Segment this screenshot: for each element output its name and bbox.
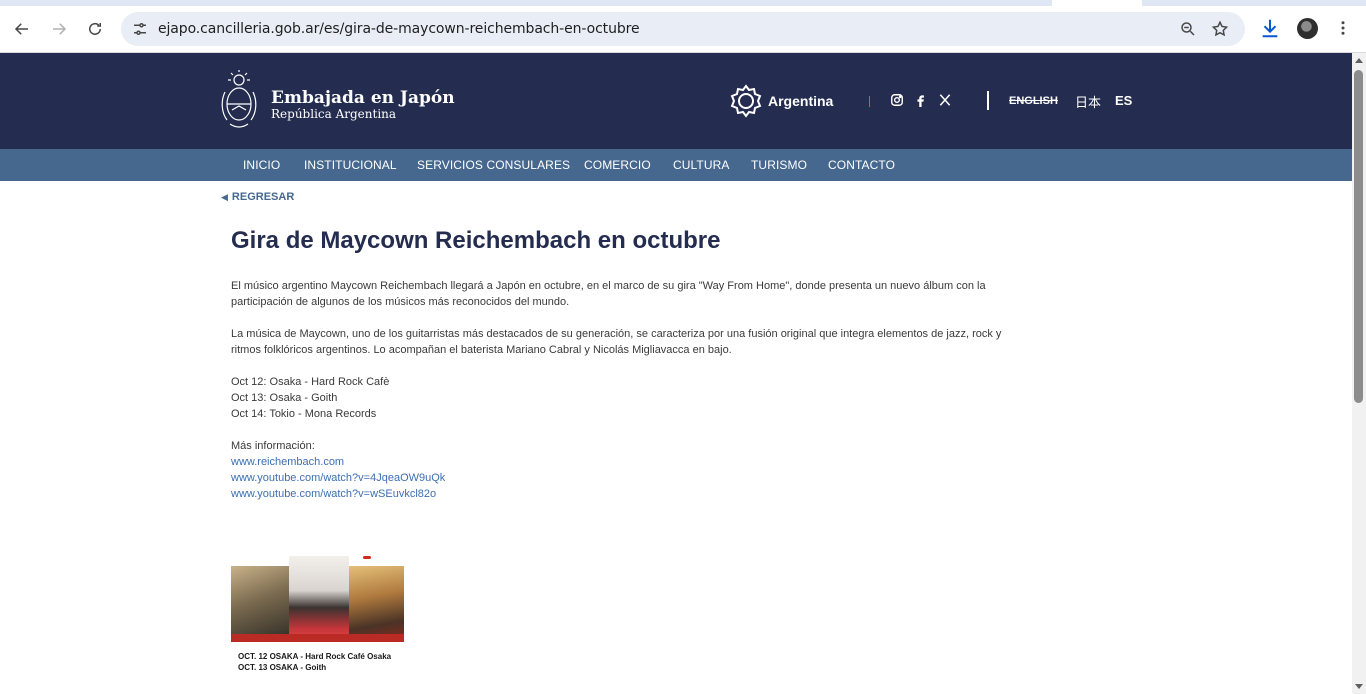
scroll-up-arrow-icon[interactable] [1355, 58, 1363, 63]
tour-poster-image[interactable]: OCT. 12 OSAKA - Hard Rock Café Osaka OCT… [231, 556, 404, 676]
link-reichembach[interactable]: www.reichembach.com [231, 454, 344, 470]
poster-red-band [231, 634, 404, 642]
language-spanish[interactable]: ES [1115, 93, 1132, 108]
coat-of-arms-icon[interactable] [220, 70, 258, 132]
poster-photo-bassist [349, 566, 404, 642]
paragraph-1: El músico argentino Maycown Reichembach … [231, 278, 1121, 310]
poster-caption: OCT. 12 OSAKA - Hard Rock Café Osaka [238, 652, 392, 661]
facebook-icon[interactable] [914, 93, 928, 107]
back-arrow-icon[interactable] [9, 16, 35, 42]
download-icon[interactable] [1259, 17, 1281, 39]
paragraph-line: ritmos folklóricos argentinos. Lo acompa… [231, 344, 732, 356]
more-info-label: Más información: [231, 440, 315, 452]
main-navigation: INICIO INSTITUCIONAL SERVICIOS CONSULARE… [0, 149, 1352, 181]
browser-toolbar: ejapo.cancilleria.gob.ar/es/gira-de-mayc… [0, 0, 1366, 53]
poster-photo-drummer [231, 566, 289, 642]
poster-photo-guitarist [289, 556, 349, 642]
list-item: Oct 13: Osaka - Goith [231, 392, 338, 404]
reload-icon[interactable] [82, 16, 108, 42]
instagram-icon[interactable] [890, 93, 904, 107]
nav-item-comercio[interactable]: COMERCIO [584, 158, 651, 172]
nav-item-turismo[interactable]: TURISMO [751, 158, 807, 172]
more-menu-icon[interactable] [1334, 18, 1352, 38]
x-twitter-icon[interactable] [938, 93, 952, 107]
nav-item-cultura[interactable]: CULTURA [673, 158, 729, 172]
link-youtube-2[interactable]: www.youtube.com/watch?v=wSEuvkcl82o [231, 486, 436, 502]
tab-strip [0, 0, 1366, 6]
divider [869, 96, 870, 107]
zoom-icon[interactable] [1179, 20, 1197, 38]
argentina-sun-logo-icon[interactable] [729, 84, 763, 118]
divider [987, 91, 989, 110]
site-header: Embajada en Japón República Argentina Ar… [0, 53, 1352, 149]
poster-red-mark [363, 556, 371, 559]
embassy-title[interactable]: Embajada en Japón [271, 88, 455, 108]
poster-caption: OCT. 13 OSAKA - Goith [238, 663, 327, 672]
link-youtube-1[interactable]: www.youtube.com/watch?v=4JqeaOW9uQk [231, 470, 445, 486]
list-item: Oct 12: Osaka - Hard Rock Cafè [231, 376, 390, 388]
scrollbar-thumb[interactable] [1354, 70, 1363, 403]
scroll-down-arrow-icon[interactable] [1355, 684, 1363, 689]
nav-item-contacto[interactable]: CONTACTO [828, 158, 895, 172]
page-title: Gira de Maycown Reichembach en octubre [231, 227, 721, 254]
paragraph-line: participación de algunos de los músicos … [231, 296, 570, 308]
paragraph-line: El músico argentino Maycown Reichembach … [231, 280, 986, 292]
language-japanese[interactable]: 日本 [1075, 92, 1101, 111]
back-link-label: REGRESAR [231, 191, 295, 203]
tour-dates-list: Oct 12: Osaka - Hard Rock Cafè Oct 13: O… [231, 374, 389, 422]
active-tab[interactable] [1052, 0, 1142, 6]
language-english[interactable]: ENGLISH [1009, 95, 1058, 107]
paragraph-line: La música de Maycown, uno de los guitarr… [231, 328, 1002, 340]
paragraph-2: La música de Maycown, uno de los guitarr… [231, 326, 1121, 358]
back-triangle-icon: ◀ [221, 192, 228, 202]
address-bar[interactable]: ejapo.cancilleria.gob.ar/es/gira-de-mayc… [121, 12, 1245, 46]
embassy-subtitle: República Argentina [271, 107, 397, 121]
page-scrollbar[interactable] [1352, 53, 1366, 694]
nav-item-servicios-consulares[interactable]: SERVICIOS CONSULARES [417, 158, 570, 172]
bookmark-star-icon[interactable] [1211, 20, 1229, 38]
nav-item-institucional[interactable]: INSTITUCIONAL [304, 158, 397, 172]
list-item: Oct 14: Tokio - Mona Records [231, 408, 377, 420]
site-settings-icon[interactable] [131, 20, 149, 38]
forward-arrow-icon[interactable] [46, 16, 72, 42]
back-link[interactable]: ◀ REGRESAR [221, 191, 294, 203]
url-text[interactable]: ejapo.cancilleria.gob.ar/es/gira-de-mayc… [158, 21, 640, 37]
profile-avatar[interactable] [1297, 18, 1318, 39]
nav-item-inicio[interactable]: INICIO [243, 158, 280, 172]
argentina-brand-text[interactable]: Argentina [768, 93, 833, 109]
